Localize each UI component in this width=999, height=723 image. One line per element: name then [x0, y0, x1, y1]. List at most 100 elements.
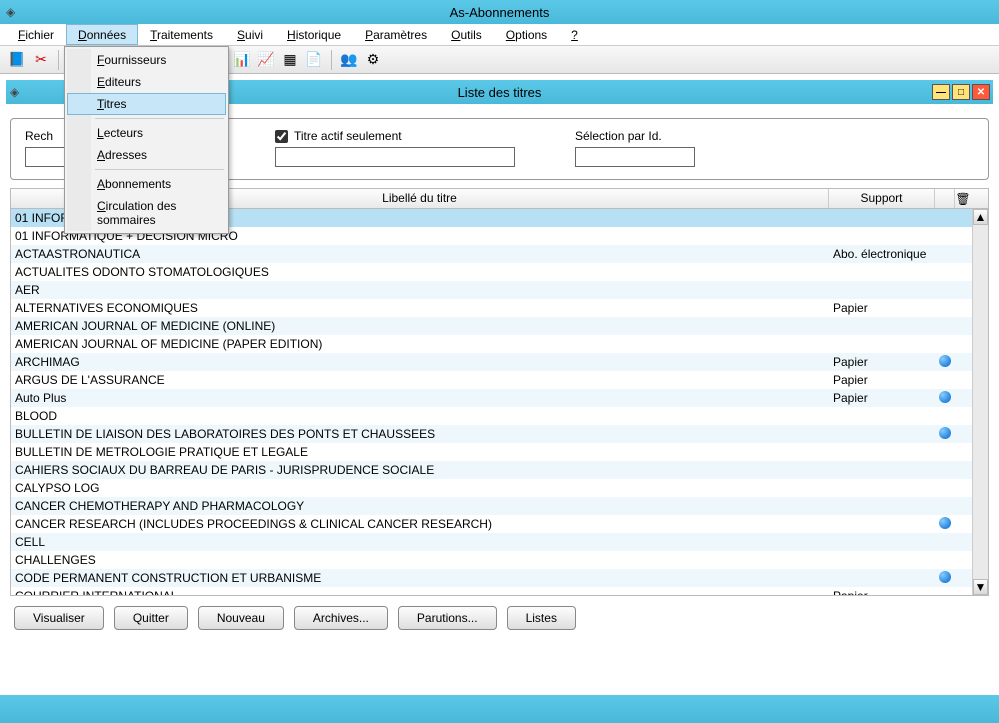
parutions-button[interactable]: Parutions... [398, 606, 497, 630]
archives-button[interactable]: Archives... [294, 606, 388, 630]
cell-support [829, 577, 935, 579]
menu-fichier[interactable]: Fichier [6, 24, 66, 45]
table-row[interactable]: AMERICAN JOURNAL OF MEDICINE (ONLINE) [11, 317, 988, 335]
cell-libelle: CAHIERS SOCIAUX DU BARREAU DE PARIS - JU… [11, 462, 829, 478]
menu-traitements[interactable]: Traitements [138, 24, 225, 45]
report-icon[interactable]: 📄 [303, 49, 325, 71]
settings-icon[interactable]: ⚙ [362, 49, 384, 71]
scroll-down-icon[interactable]: ▼ [973, 579, 988, 595]
quitter-button[interactable]: Quitter [114, 606, 188, 630]
chart-bar-icon[interactable]: 📊 [231, 49, 253, 71]
table-row[interactable]: BULLETIN DE METROLOGIE PRATIQUE ET LEGAL… [11, 443, 988, 461]
users-icon[interactable]: 👥 [338, 49, 360, 71]
cell-support [829, 469, 935, 471]
maximize-button[interactable]: □ [952, 84, 970, 100]
menu-suivi[interactable]: Suivi [225, 24, 275, 45]
selection-label: Sélection par Id. [575, 129, 695, 143]
column-delete-icon[interactable]: 🗑 [955, 189, 971, 208]
close-button[interactable]: ✕ [972, 84, 990, 100]
chart-line-icon[interactable]: 📈 [255, 49, 277, 71]
cell-globe [935, 379, 955, 381]
table-row[interactable]: CAHIERS SOCIAUX DU BARREAU DE PARIS - JU… [11, 461, 988, 479]
table-row[interactable]: BULLETIN DE LIAISON DES LABORATOIRES DES… [11, 425, 988, 443]
menu-paramtres[interactable]: Paramètres [353, 24, 439, 45]
cell-support: Papier [829, 354, 935, 370]
cut-icon[interactable]: ✂ [30, 49, 52, 71]
cell-globe [935, 426, 955, 443]
table-row[interactable]: AER [11, 281, 988, 299]
cell-support: Papier [829, 300, 935, 316]
column-icon[interactable] [935, 189, 955, 208]
cell-support [829, 433, 935, 435]
dropdown-item-adresses[interactable]: Adresses [67, 144, 226, 166]
table-row[interactable]: ALTERNATIVES ECONOMIQUESPapier [11, 299, 988, 317]
menu-donnes[interactable]: Données [66, 24, 138, 45]
dropdown-separator [95, 118, 224, 119]
cell-globe [935, 559, 955, 561]
titre-actif-label: Titre actif seulement [294, 129, 402, 143]
menu-historique[interactable]: Historique [275, 24, 353, 45]
cell-libelle: CANCER RESEARCH (INCLUDES PROCEEDINGS & … [11, 516, 829, 532]
cell-globe [935, 390, 955, 407]
dropdown-item-lecteurs[interactable]: Lecteurs [67, 122, 226, 144]
dropdown-item-fournisseurs[interactable]: Fournisseurs [67, 49, 226, 71]
table-row[interactable]: AMERICAN JOURNAL OF MEDICINE (PAPER EDIT… [11, 335, 988, 353]
cell-globe [935, 235, 955, 237]
cell-globe [935, 487, 955, 489]
column-support[interactable]: Support [829, 189, 935, 208]
cell-libelle: CODE PERMANENT CONSTRUCTION ET URBANISME [11, 570, 829, 586]
cell-support [829, 541, 935, 543]
dropdown-item-abonnements[interactable]: Abonnements [67, 173, 226, 195]
menu-options[interactable]: Options [494, 24, 559, 45]
listes-button[interactable]: Listes [507, 606, 576, 630]
cell-globe [935, 217, 955, 219]
dropdown-item-circulationdessommaires[interactable]: Circulation des sommaires [67, 195, 226, 231]
dropdown-donnees: FournisseursEditeursTitres LecteursAdress… [64, 46, 229, 234]
table-row[interactable]: CHALLENGES [11, 551, 988, 569]
cell-libelle: ARGUS DE L'ASSURANCE [11, 372, 829, 388]
table-row[interactable]: BLOOD [11, 407, 988, 425]
cell-globe [935, 469, 955, 471]
cell-globe [935, 505, 955, 507]
table-row[interactable]: CALYPSO LOG [11, 479, 988, 497]
minimize-button[interactable]: — [932, 84, 950, 100]
cell-libelle: BLOOD [11, 408, 829, 424]
table-row[interactable]: CANCER RESEARCH (INCLUDES PROCEEDINGS & … [11, 515, 988, 533]
globe-icon [939, 391, 951, 403]
table-row[interactable]: CANCER CHEMOTHERAPY AND PHARMACOLOGY [11, 497, 988, 515]
globe-icon [939, 571, 951, 583]
table-row[interactable]: Auto PlusPapier [11, 389, 988, 407]
selection-input[interactable] [575, 147, 695, 167]
cell-support [829, 487, 935, 489]
dropdown-item-editeurs[interactable]: Editeurs [67, 71, 226, 93]
nouveau-button[interactable]: Nouveau [198, 606, 284, 630]
cell-libelle: COURRIER INTERNATIONAL [11, 588, 829, 595]
menu-outils[interactable]: Outils [439, 24, 494, 45]
table-row[interactable]: ACTAASTRONAUTICAAbo. électronique [11, 245, 988, 263]
titre-actif-checkbox[interactable] [275, 130, 288, 143]
dropdown-item-titres[interactable]: Titres [67, 93, 226, 115]
visualiser-button[interactable]: Visualiser [14, 606, 104, 630]
cell-libelle: BULLETIN DE METROLOGIE PRATIQUE ET LEGAL… [11, 444, 829, 460]
cell-support [829, 289, 935, 291]
cell-globe [935, 289, 955, 291]
cell-libelle: ACTUALITES ODONTO STOMATOLOGIQUES [11, 264, 829, 280]
table-row[interactable]: ACTUALITES ODONTO STOMATOLOGIQUES [11, 263, 988, 281]
table-row[interactable]: COURRIER INTERNATIONALPapier [11, 587, 988, 595]
book-icon[interactable]: 📘 [6, 49, 28, 71]
table-row[interactable]: CELL [11, 533, 988, 551]
grid-icon[interactable]: ▦ [279, 49, 301, 71]
table-row[interactable]: ARCHIMAGPapier [11, 353, 988, 371]
menu-[interactable]: ? [559, 24, 590, 45]
vertical-scrollbar[interactable]: ▲ ▼ [972, 209, 988, 595]
cell-support [829, 325, 935, 327]
table-row[interactable]: CODE PERMANENT CONSTRUCTION ET URBANISME [11, 569, 988, 587]
cell-libelle: CELL [11, 534, 829, 550]
globe-icon [939, 427, 951, 439]
table-row[interactable]: ARGUS DE L'ASSURANCEPapier [11, 371, 988, 389]
toolbar-separator [331, 50, 332, 70]
subwindow-title: Liste des titres [458, 85, 542, 100]
cell-libelle: BULLETIN DE LIAISON DES LABORATOIRES DES… [11, 426, 829, 442]
libelle-input[interactable] [275, 147, 515, 167]
scroll-up-icon[interactable]: ▲ [973, 209, 988, 225]
